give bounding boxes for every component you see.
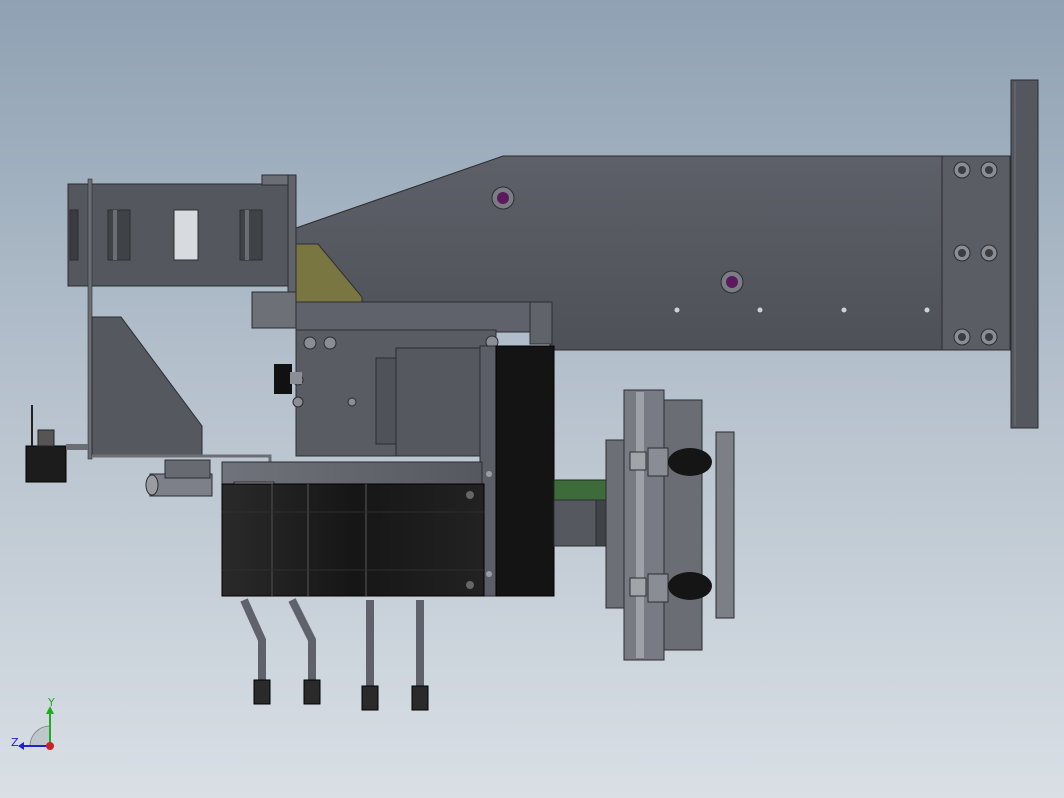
origin-dot: [46, 742, 54, 750]
gripper-assembly: [605, 389, 735, 661]
gearbox-housing: [479, 345, 555, 597]
y-axis-label: Y: [47, 696, 55, 709]
shaft-coupling: [553, 479, 613, 547]
slotted-cover: [67, 174, 297, 306]
assembly-model[interactable]: Y Z: [0, 0, 1064, 798]
z-axis-label: Z: [11, 736, 19, 749]
motor-cables: [240, 598, 429, 711]
coordinate-triad: Y Z: [11, 696, 55, 750]
servo-motor-bank: [221, 483, 485, 597]
sensor-module: [25, 405, 88, 483]
cad-viewport[interactable]: Y Z: [0, 0, 1064, 798]
end-mount-block: [941, 79, 1039, 429]
